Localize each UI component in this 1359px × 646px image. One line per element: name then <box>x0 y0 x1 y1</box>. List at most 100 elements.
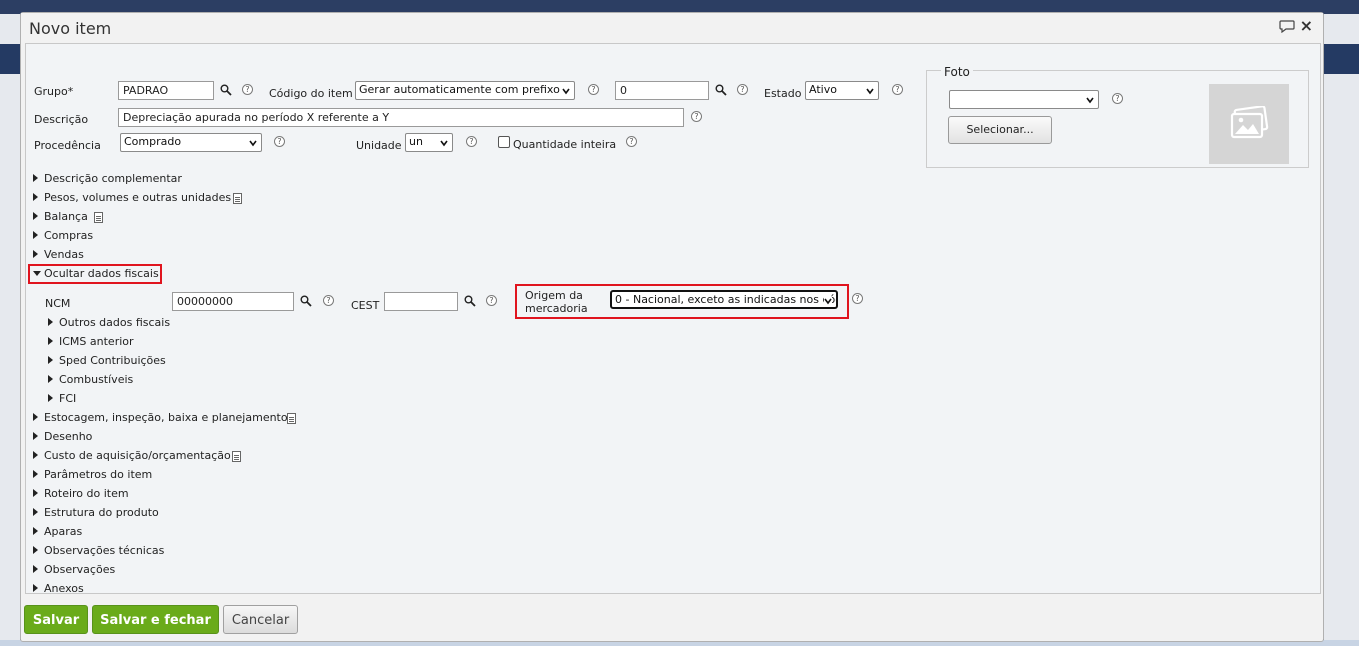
cancel-button[interactable]: Cancelar <box>223 605 298 634</box>
tree-bottom-item[interactable]: Observações técnicas <box>26 542 826 561</box>
save-button[interactable]: Salvar <box>24 605 88 634</box>
tree-top-item[interactable]: Descrição complementar <box>26 170 826 189</box>
grupo-label: Grupo* <box>34 85 74 98</box>
unidade-label: Unidade <box>356 139 402 152</box>
tree-bottom-item[interactable]: Desenho <box>26 428 826 447</box>
ncm-search-icon[interactable] <box>300 295 312 307</box>
procedencia-label: Procedência <box>34 139 101 152</box>
unidade-select-value: un <box>409 135 423 148</box>
section-label: Sped Contribuições <box>59 354 166 367</box>
tree-fiscal-item[interactable]: FCI <box>26 390 826 409</box>
section-label: Compras <box>44 229 94 242</box>
codigo-select[interactable]: Gerar automaticamente com prefixo <box>355 81 575 100</box>
triangle-right-icon <box>48 337 53 345</box>
unidade-select[interactable]: un <box>405 133 453 152</box>
grupo-input[interactable] <box>118 81 214 100</box>
procedencia-select-value: Comprado <box>124 135 182 148</box>
notes-icon <box>287 413 296 424</box>
quantidade-help-icon[interactable]: ? <box>626 136 637 147</box>
cest-help-icon[interactable]: ? <box>486 295 497 306</box>
cest-input[interactable] <box>384 292 458 311</box>
tree-top-item[interactable]: Balança <box>26 208 826 227</box>
section-label: Custo de aquisição/orçamentação <box>44 449 231 462</box>
codigo-value-help-icon[interactable]: ? <box>737 84 748 95</box>
codigo-search-icon[interactable] <box>715 84 727 96</box>
ncm-input[interactable] <box>172 292 294 311</box>
triangle-right-icon <box>33 451 38 459</box>
triangle-right-icon <box>33 565 38 573</box>
tree-bottom-item[interactable]: Roteiro do item <box>26 485 826 504</box>
codigo-input[interactable] <box>615 81 709 100</box>
new-item-dialog: Novo item × Grupo* ? Código do item Gera… <box>20 12 1324 642</box>
section-label: Outros dados fiscais <box>59 316 171 329</box>
tree-top-item[interactable]: Compras <box>26 227 826 246</box>
notes-icon <box>232 451 241 462</box>
estado-help-icon[interactable]: ? <box>892 84 903 95</box>
triangle-right-icon <box>33 546 38 554</box>
tree-bottom-item[interactable]: Anexos <box>26 580 826 599</box>
tree-bottom-item[interactable]: Aparas <box>26 523 826 542</box>
foto-select[interactable] <box>949 90 1099 109</box>
descricao-help-icon[interactable]: ? <box>691 111 702 122</box>
tree-bottom-item[interactable]: Custo de aquisição/orçamentação <box>26 447 826 466</box>
procedencia-help-icon[interactable]: ? <box>274 136 285 147</box>
quantidade-inteira-checkbox[interactable] <box>498 136 510 148</box>
tree-top-item[interactable]: Vendas <box>26 246 826 265</box>
estado-select[interactable]: Ativo <box>805 81 879 100</box>
foto-help-icon[interactable]: ? <box>1112 93 1123 104</box>
tree-fiscal-item[interactable]: Combustíveis <box>26 371 826 390</box>
cest-search-icon[interactable] <box>464 295 476 307</box>
origem-help-icon[interactable]: ? <box>852 293 863 304</box>
tree-fiscal-item[interactable]: ICMS anterior <box>26 333 826 352</box>
foto-select-button[interactable]: Selecionar... <box>948 116 1052 144</box>
chevron-down-icon <box>866 88 874 95</box>
notes-icon <box>94 212 103 223</box>
estado-select-value: Ativo <box>809 83 837 96</box>
section-label: Parâmetros do item <box>44 468 153 481</box>
section-label: FCI <box>59 392 77 405</box>
grupo-help-icon[interactable]: ? <box>242 84 253 95</box>
photo-placeholder <box>1209 84 1289 164</box>
chevron-down-icon <box>1086 97 1094 104</box>
save-close-button[interactable]: Salvar e fechar <box>92 605 219 634</box>
background-app-left <box>0 14 20 646</box>
triangle-right-icon <box>33 413 38 421</box>
grupo-search-icon[interactable] <box>220 84 232 96</box>
tree-top-item[interactable]: Pesos, volumes e outras unidades <box>26 189 826 208</box>
codigo-help-icon[interactable]: ? <box>588 84 599 95</box>
tree-fiscal-item[interactable]: Outros dados fiscais <box>26 314 826 333</box>
foto-legend: Foto <box>941 65 973 79</box>
close-icon[interactable]: × <box>1300 16 1313 35</box>
triangle-right-icon <box>33 584 38 592</box>
dialog-content: Grupo* ? Código do item Gerar automatica… <box>25 43 1321 595</box>
tree-bottom-item[interactable]: Estrutura do produto <box>26 504 826 523</box>
procedencia-select[interactable]: Comprado <box>120 133 262 152</box>
estado-label: Estado <box>764 87 802 100</box>
section-label: Vendas <box>44 248 84 261</box>
triangle-right-icon <box>33 193 38 201</box>
triangle-down-icon <box>33 271 41 276</box>
section-label: Estrutura do produto <box>44 506 159 519</box>
unidade-help-icon[interactable]: ? <box>466 136 477 147</box>
tree-fiscal-item[interactable]: Sped Contribuições <box>26 352 826 371</box>
triangle-right-icon <box>33 489 38 497</box>
fiscal-toggle[interactable]: Ocultar dados fiscais <box>26 265 826 284</box>
descricao-input[interactable] <box>118 108 684 127</box>
tree-bottom-item[interactable]: Observações <box>26 561 826 580</box>
section-label: Observações técnicas <box>44 544 165 557</box>
quantidade-inteira-label: Quantidade inteira <box>513 138 617 151</box>
codigo-select-value: Gerar automaticamente com prefixo <box>359 83 560 96</box>
background-app-right <box>1324 14 1359 646</box>
tree-bottom-item[interactable]: Parâmetros do item <box>26 466 826 485</box>
origem-select[interactable]: 0 - Nacional, exceto as indicadas nos có… <box>610 290 838 309</box>
ncm-help-icon[interactable]: ? <box>323 295 334 306</box>
tree-bottom-item[interactable]: Estocagem, inspeção, baixa e planejament… <box>26 409 826 428</box>
triangle-right-icon <box>48 356 53 364</box>
notes-icon <box>233 193 242 204</box>
triangle-right-icon <box>33 212 38 220</box>
chat-icon[interactable] <box>1279 20 1295 33</box>
section-label: Pesos, volumes e outras unidades <box>44 191 232 204</box>
chevron-down-icon <box>562 88 570 95</box>
triangle-right-icon <box>33 527 38 535</box>
triangle-right-icon <box>33 432 38 440</box>
